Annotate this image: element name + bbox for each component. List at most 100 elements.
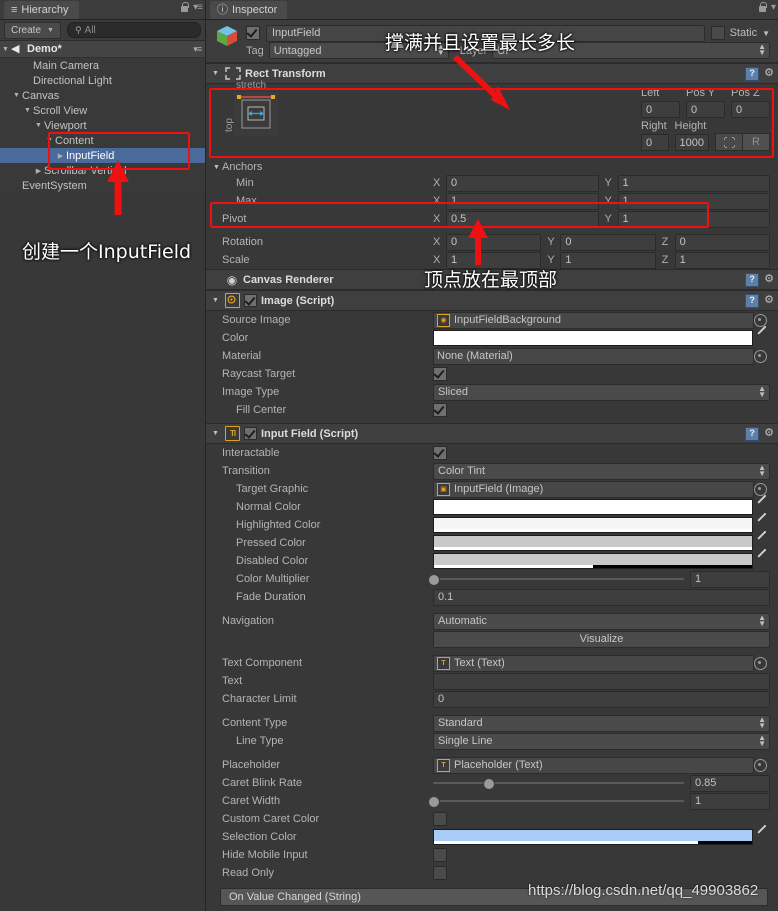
chevron-down-icon[interactable] <box>11 92 22 99</box>
component-header-image-script[interactable]: ▼ Image (Script) ? ⚙ <box>206 290 778 311</box>
object-picker-icon[interactable] <box>754 758 767 772</box>
min-min_y-input[interactable]: 1 <box>617 174 770 192</box>
component-header-input-field-script[interactable]: ▼ TI Input Field (Script) ? ⚙ <box>206 423 778 444</box>
eyedropper-icon[interactable] <box>757 332 770 345</box>
chevron-down-icon[interactable]: ▼ <box>762 29 770 38</box>
hierarchy-scene-row[interactable]: Demo* ▾≡ <box>0 41 205 58</box>
hierarchy-item-content[interactable]: Content <box>0 133 205 148</box>
static-toggle[interactable]: Static ▼ <box>710 26 770 40</box>
gear-icon[interactable]: ⚙ <box>764 68 774 79</box>
hierarchy-item-directional-light[interactable]: Directional Light <box>0 73 205 88</box>
chevron-down-icon[interactable]: ▼ <box>206 164 222 171</box>
placeholder-object-field[interactable]: T Placeholder (Text) <box>433 756 767 774</box>
eyedropper-icon[interactable] <box>757 519 770 532</box>
chevron-right-icon[interactable] <box>33 167 44 175</box>
fade-duration-input[interactable]: 0.1 <box>433 588 770 606</box>
rotation-rot_y-input[interactable]: 0 <box>560 233 656 251</box>
scale-scale_y-input[interactable]: 1 <box>560 251 656 269</box>
hierarchy-item-scrollbar-vertical[interactable]: Scrollbar Vertical <box>0 163 205 178</box>
chevron-down-icon[interactable] <box>0 46 11 53</box>
help-icon[interactable]: ? <box>745 272 760 287</box>
material-object-field[interactable]: None (Material) <box>433 347 767 365</box>
object-picker-icon[interactable] <box>754 349 767 363</box>
hierarchy-item-main-camera[interactable]: Main Camera <box>0 58 205 73</box>
line-type-dropdown[interactable]: Single Line ▲ ▼ <box>433 732 770 750</box>
caret-blink-rate-input[interactable]: 0.85 <box>690 774 770 792</box>
raycast-target-checkbox[interactable] <box>433 367 447 381</box>
lock-icon[interactable] <box>758 2 767 13</box>
pivot-pivot_y-input[interactable]: 1 <box>617 210 770 228</box>
eyedropper-icon[interactable] <box>757 537 770 550</box>
chevron-down-icon[interactable]: ▼ <box>210 430 221 437</box>
object-picker-icon[interactable] <box>754 656 767 670</box>
min-min_x-input[interactable]: 0 <box>446 174 599 192</box>
anchor-preset-widget[interactable] <box>234 92 278 136</box>
slider-knob[interactable] <box>428 796 440 808</box>
pivot-pivot_x-input[interactable]: 0.5 <box>446 210 599 228</box>
panel-menu-icon[interactable]: ▾≡ <box>193 2 203 13</box>
hierarchy-item-inputfield[interactable]: InputField <box>0 148 205 163</box>
gear-icon[interactable]: ⚙ <box>764 274 774 285</box>
raw-edit-button[interactable]: R <box>743 133 770 151</box>
color-multiplier-input[interactable]: 1 <box>690 570 770 588</box>
selection-color-swatch[interactable] <box>433 829 753 845</box>
text-component-object-field[interactable]: T Text (Text) <box>433 654 767 672</box>
visualize-button[interactable]: Visualize <box>433 630 770 648</box>
eyedropper-icon[interactable] <box>757 831 770 844</box>
hierarchy-item-eventsystem[interactable]: EventSystem <box>0 178 205 193</box>
chevron-down-icon[interactable]: ▼ <box>210 70 221 77</box>
hierarchy-item-scroll-view[interactable]: Scroll View <box>0 103 205 118</box>
navigation-dropdown[interactable]: Automatic ▲ ▼ <box>433 612 770 630</box>
posy-input[interactable]: 0 <box>686 101 725 118</box>
image-enabled-checkbox[interactable] <box>244 294 257 307</box>
gear-icon[interactable]: ⚙ <box>764 428 774 439</box>
read-only-checkbox[interactable] <box>433 866 447 880</box>
hierarchy-item-viewport[interactable]: Viewport <box>0 118 205 133</box>
eyedropper-icon[interactable] <box>757 555 770 568</box>
caret-blink-rate-slider[interactable] <box>433 776 684 790</box>
scale-scale_z-input[interactable]: 1 <box>674 251 770 269</box>
chevron-down-icon[interactable] <box>33 122 44 129</box>
slider-knob[interactable] <box>483 778 496 790</box>
tab-hierarchy[interactable]: ≡ Hierarchy <box>4 1 79 19</box>
eyedropper-icon[interactable] <box>757 501 770 514</box>
right-input[interactable]: 0 <box>641 134 669 151</box>
hierarchy-search-input[interactable]: ⚲ All <box>66 22 201 38</box>
help-icon[interactable]: ? <box>745 426 760 441</box>
blueprint-mode-button[interactable] <box>715 133 743 151</box>
gear-icon[interactable]: ⚙ <box>764 295 774 306</box>
caret-width-slider[interactable] <box>428 794 684 808</box>
help-icon[interactable]: ? <box>745 66 760 81</box>
lock-icon[interactable] <box>180 2 190 13</box>
target-graphic-object-field[interactable]: ▣ InputField (Image) <box>433 480 767 498</box>
normal-color-swatch[interactable] <box>433 499 753 515</box>
chevron-down-icon[interactable] <box>22 107 33 114</box>
text-input[interactable] <box>433 672 770 690</box>
max-max_y-input[interactable]: 1 <box>617 192 770 210</box>
scene-menu-icon[interactable]: ▾≡ <box>193 44 202 55</box>
chevron-right-icon[interactable] <box>55 152 66 160</box>
slider-knob[interactable] <box>428 574 440 586</box>
content-type-dropdown[interactable]: Standard ▲ ▼ <box>433 714 770 732</box>
source-image-object-field[interactable]: ◉ InputFieldBackground <box>433 311 767 329</box>
character-limit-input[interactable]: 0 <box>433 690 770 708</box>
rotation-rot_x-input[interactable]: 0 <box>446 233 542 251</box>
posz-input[interactable]: 0 <box>731 101 770 118</box>
hide-mobile-input-checkbox[interactable] <box>433 848 447 862</box>
rotation-rot_z-input[interactable]: 0 <box>674 233 770 251</box>
disabled-color-swatch[interactable] <box>433 553 753 569</box>
object-enabled-checkbox[interactable] <box>246 26 260 40</box>
chevron-down-icon[interactable] <box>44 137 55 144</box>
custom-caret-color-checkbox[interactable] <box>433 812 447 826</box>
panel-menu-icon[interactable]: ▾ <box>771 2 776 13</box>
static-checkbox[interactable] <box>710 26 725 40</box>
hierarchy-item-canvas[interactable]: Canvas <box>0 88 205 103</box>
component-header-rect-transform[interactable]: ▼ Rect Transform ? ⚙ <box>206 63 778 84</box>
interactable-checkbox[interactable] <box>433 446 447 460</box>
input-field-enabled-checkbox[interactable] <box>244 427 257 440</box>
caret-width-input[interactable]: 1 <box>690 792 770 810</box>
chevron-down-icon[interactable]: ▼ <box>210 297 221 304</box>
image-type-dropdown[interactable]: Sliced ▲ ▼ <box>433 383 770 401</box>
color-swatch[interactable] <box>433 330 753 346</box>
create-button[interactable]: Create ▼ <box>4 21 61 39</box>
